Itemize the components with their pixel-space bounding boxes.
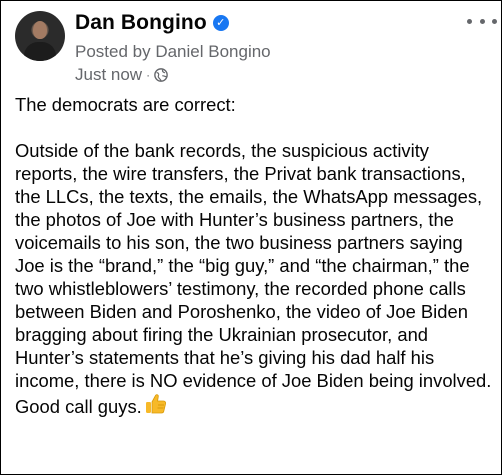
author-name[interactable]: Dan Bongino	[75, 11, 207, 35]
avatar-face	[33, 21, 47, 39]
post-card: Dan Bongino ✓ Posted by Daniel Bongino J…	[0, 0, 502, 475]
more-dot	[492, 18, 497, 24]
more-dot	[467, 18, 472, 24]
post-lead-text: The democrats are correct:	[15, 94, 236, 115]
thumbs-up-icon	[145, 394, 166, 414]
meta-separator: ·	[146, 68, 151, 82]
post-meta: Just now ·	[75, 65, 168, 85]
post-content: The democrats are correct: Outside of th…	[15, 93, 495, 418]
timestamp[interactable]: Just now	[75, 65, 142, 85]
posted-by-label: Posted by Daniel Bongino	[75, 42, 271, 61]
author-row: Dan Bongino ✓	[75, 11, 229, 35]
verified-badge-icon: ✓	[212, 15, 229, 31]
globe-icon[interactable]	[154, 68, 168, 82]
avatar[interactable]	[15, 11, 65, 61]
post-closing-text: Good call guys.	[15, 396, 142, 417]
more-dot	[479, 18, 485, 24]
more-options-icon[interactable]	[467, 13, 497, 29]
post-closing-line: Good call guys.	[15, 392, 495, 418]
post-body-text: Outside of the bank records, the suspici…	[15, 140, 492, 391]
post-header: Dan Bongino ✓ Posted by Daniel Bongino J…	[15, 9, 497, 89]
avatar-shirt	[24, 42, 56, 61]
